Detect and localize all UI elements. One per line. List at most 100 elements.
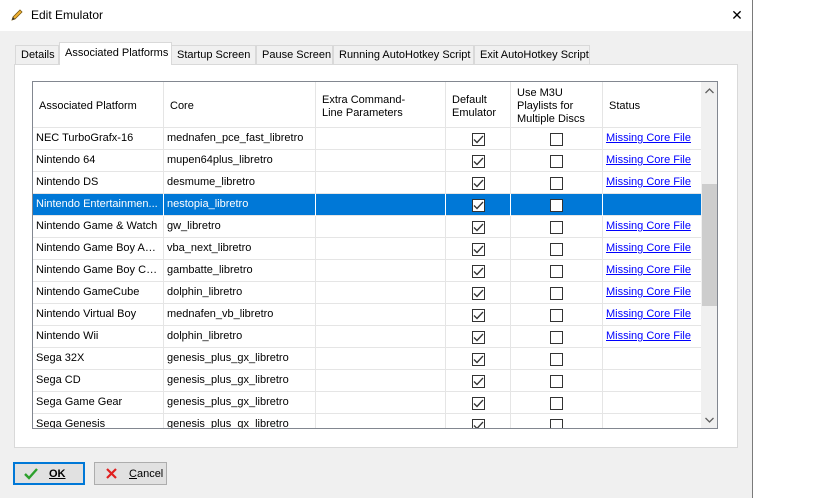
cell-m3u[interactable] [511,370,603,392]
scroll-up-arrow[interactable] [701,82,717,99]
cell-status[interactable]: Missing Core File [603,150,701,172]
cell-core[interactable]: desmume_libretro [164,172,316,194]
use-m3u-checkbox[interactable] [550,132,563,146]
cell-platform[interactable]: Sega Game Gear [33,392,164,414]
cell-extra[interactable] [316,414,446,428]
table-row[interactable]: Sega CD genesis_plus_gx_libretro [33,370,701,392]
table-row[interactable]: Nintendo Game & Watch gw_libretro Missing … [33,216,701,238]
default-emulator-checkbox[interactable] [471,396,485,410]
use-m3u-checkbox[interactable] [550,374,563,388]
cell-extra[interactable] [316,128,446,150]
use-m3u-checkbox[interactable] [550,242,563,256]
cell-m3u[interactable] [511,304,603,326]
cell-platform[interactable]: NEC TurboGrafx-16 [33,128,164,150]
cell-default[interactable] [446,194,511,216]
cell-default[interactable] [446,304,511,326]
cell-status[interactable]: Missing Core File [603,238,701,260]
cell-m3u[interactable] [511,260,603,282]
default-emulator-checkbox[interactable] [471,154,485,168]
tab-exit-autohotkey-script[interactable]: Exit AutoHotkey Script [474,45,590,65]
default-emulator-checkbox[interactable] [471,176,485,190]
column-header-status[interactable]: Status [603,82,701,128]
default-emulator-checkbox[interactable] [471,198,485,212]
cancel-button[interactable]: Cancel [94,462,167,485]
cell-status[interactable]: Missing Core File [603,304,701,326]
missing-core-file-link[interactable]: Missing Core File [606,330,691,342]
tab-associated-platforms[interactable]: Associated Platforms [59,42,172,65]
table-row[interactable]: Nintendo 64 mupen64plus_libretro Missing C… [33,150,701,172]
table-row[interactable]: NEC TurboGrafx-16 mednafen_pce_fast_libre… [33,128,701,150]
missing-core-file-link[interactable]: Missing Core File [606,220,691,232]
cell-status[interactable]: Missing Core File [603,326,701,348]
use-m3u-checkbox[interactable] [550,264,563,278]
default-emulator-checkbox[interactable] [471,242,485,256]
missing-core-file-link[interactable]: Missing Core File [606,264,691,276]
use-m3u-checkbox[interactable] [550,220,563,234]
cell-core[interactable]: dolphin_libretro [164,326,316,348]
use-m3u-checkbox[interactable] [550,286,563,300]
vertical-scrollbar[interactable] [701,82,717,428]
cell-extra[interactable] [316,172,446,194]
cell-default[interactable] [446,216,511,238]
use-m3u-checkbox[interactable] [550,198,563,212]
cell-platform[interactable]: Nintendo GameCube [33,282,164,304]
cell-core[interactable]: nestopia_libretro [164,194,316,216]
use-m3u-checkbox[interactable] [550,352,563,366]
cell-core[interactable]: genesis_plus_gx_libretro [164,370,316,392]
use-m3u-checkbox[interactable] [550,330,563,344]
table-row[interactable]: Sega Genesis genesis_plus_gx_libretro [33,414,701,428]
cell-m3u[interactable] [511,216,603,238]
cell-status[interactable]: Missing Core File [603,260,701,282]
cell-default[interactable] [446,326,511,348]
cell-default[interactable] [446,172,511,194]
tab-details[interactable]: Details [15,45,59,65]
default-emulator-checkbox[interactable] [471,220,485,234]
missing-core-file-link[interactable]: Missing Core File [606,286,691,298]
cell-status[interactable]: Missing Core File [603,216,701,238]
cell-m3u[interactable] [511,282,603,304]
cell-platform[interactable]: Sega Genesis [33,414,164,428]
cell-default[interactable] [446,392,511,414]
table-row[interactable]: Sega Game Gear genesis_plus_gx_libretro [33,392,701,414]
cell-extra[interactable] [316,392,446,414]
cell-extra[interactable] [316,304,446,326]
scroll-down-arrow[interactable] [701,411,717,428]
cell-extra[interactable] [316,216,446,238]
cell-platform[interactable]: Nintendo Game Boy Color [33,260,164,282]
cell-core[interactable]: genesis_plus_gx_libretro [164,348,316,370]
cell-core[interactable]: mednafen_vb_libretro [164,304,316,326]
table-row[interactable]: Nintendo Wii dolphin_libretro Missing Core… [33,326,701,348]
cell-platform[interactable]: Sega CD [33,370,164,392]
cell-default[interactable] [446,282,511,304]
cell-m3u[interactable] [511,172,603,194]
missing-core-file-link[interactable]: Missing Core File [606,132,691,144]
use-m3u-checkbox[interactable] [550,396,563,410]
cell-extra[interactable] [316,348,446,370]
use-m3u-checkbox[interactable] [550,176,563,190]
column-header-m3u[interactable]: Use M3U Playlists for Multiple Discs [511,82,603,128]
cell-status[interactable]: Missing Core File [603,172,701,194]
default-emulator-checkbox[interactable] [471,418,485,428]
table-row[interactable]: Sega 32X genesis_plus_gx_libretro [33,348,701,370]
cell-default[interactable] [446,370,511,392]
cell-default[interactable] [446,238,511,260]
cell-m3u[interactable] [511,150,603,172]
missing-core-file-link[interactable]: Missing Core File [606,308,691,320]
platforms-grid[interactable]: Associated Platform Core Extra Command-L… [32,81,718,429]
cell-m3u[interactable] [511,414,603,428]
cell-platform[interactable]: Nintendo Virtual Boy [33,304,164,326]
cell-m3u[interactable] [511,194,603,216]
default-emulator-checkbox[interactable] [471,374,485,388]
cell-core[interactable]: mednafen_pce_fast_libretro [164,128,316,150]
tab-startup-screen[interactable]: Startup Screen [171,45,256,65]
cell-platform[interactable]: Sega 32X [33,348,164,370]
scrollbar-thumb[interactable] [702,184,717,306]
table-row[interactable]: Nintendo DS desmume_libretro Missing Core … [33,172,701,194]
cell-status[interactable]: Missing Core File [603,128,701,150]
cell-platform[interactable]: Nintendo Game & Watch [33,216,164,238]
cell-core[interactable]: vba_next_libretro [164,238,316,260]
column-header-core[interactable]: Core [164,82,316,128]
use-m3u-checkbox[interactable] [550,308,563,322]
cell-extra[interactable] [316,370,446,392]
column-header-default[interactable]: Default Emulator [446,82,511,128]
